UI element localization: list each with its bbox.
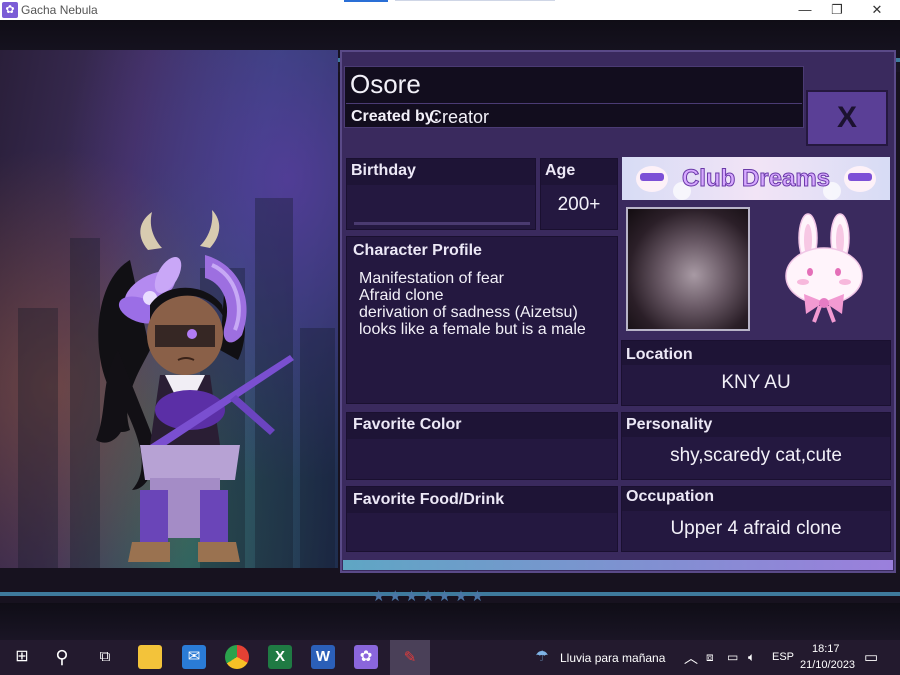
clock-time[interactable]: 18:17 [812, 643, 840, 655]
file-explorer-icon[interactable] [138, 645, 162, 669]
clock-date[interactable]: 21/10/2023 [800, 659, 855, 671]
favorite-food-label: Favorite Food/Drink [353, 491, 505, 508]
club-dreams-banner: Club Dreams [622, 157, 890, 200]
character-scene [0, 50, 338, 568]
bottom-frame [0, 603, 900, 640]
word-icon[interactable]: W [311, 645, 335, 669]
weather-text[interactable]: Lluvia para mañana [560, 651, 665, 665]
location-label: Location [626, 346, 693, 363]
task-view-icon[interactable]: ⧉ [93, 645, 117, 669]
chevron-up-icon[interactable]: ︿ [684, 648, 698, 668]
character-profile-text: Manifestation of fear Afraid clone deriv… [359, 270, 586, 338]
language-indicator[interactable]: ESP [772, 651, 794, 663]
created-by-label: Created by: [351, 108, 440, 125]
bottom-stars-decoration: ★★★★★★★ [372, 588, 488, 605]
volume-icon[interactable]: 🔈︎ [748, 650, 755, 665]
age-label: Age [545, 162, 576, 179]
age-value: 200+ [557, 194, 601, 215]
birthday-label: Birthday [351, 162, 416, 179]
occupation-value: Upper 4 afraid clone [670, 518, 842, 539]
titlebar-divider [395, 0, 555, 1]
windows-start-icon[interactable]: ⊞ [10, 645, 34, 669]
taskbar [0, 640, 900, 675]
personality-label: Personality [626, 416, 713, 433]
creator-name: Creator [429, 107, 490, 127]
search-icon[interactable]: ⚲ [50, 645, 74, 669]
banner-title: Club Dreams [681, 165, 831, 193]
excel-icon[interactable]: X [268, 645, 292, 669]
close-window-button[interactable]: ✕ [862, 0, 892, 20]
gacha-nebula-icon[interactable]: ✿ [354, 645, 378, 669]
close-profile-button[interactable]: X [806, 90, 888, 146]
minimize-button[interactable]: — [790, 0, 820, 20]
chrome-icon[interactable] [225, 645, 249, 669]
weather-rain-icon: ☂ [535, 648, 549, 665]
app-logo-icon: ✿ [2, 2, 18, 18]
character-sprite [96, 210, 294, 562]
occupation-label: Occupation [626, 488, 715, 505]
window-title: Gacha Nebula [21, 3, 98, 17]
character-profile-label: Character Profile [353, 242, 482, 259]
personality-value: shy,scaredy cat,cute [670, 445, 842, 466]
network-icon[interactable]: ⧈ [706, 650, 714, 665]
location-value: KNY AU [721, 372, 791, 393]
display-icon[interactable]: ▭ [727, 650, 738, 664]
favorite-color-label: Favorite Color [353, 416, 462, 433]
panel-bottom-strip [343, 560, 893, 570]
character-photo [626, 207, 750, 331]
titlebar-accent [344, 0, 388, 2]
paint-icon[interactable]: ✎ [390, 640, 430, 675]
notifications-icon[interactable]: ▭ [864, 648, 878, 666]
bunny-mascot [785, 213, 863, 323]
birthday-underline [354, 222, 530, 225]
character-name: Osore [350, 69, 421, 99]
restore-button[interactable]: ❐ [822, 0, 852, 20]
mail-icon[interactable]: ✉ [182, 645, 206, 669]
window-titlebar: ✿ Gacha Nebula — ❐ ✕ [0, 0, 900, 20]
